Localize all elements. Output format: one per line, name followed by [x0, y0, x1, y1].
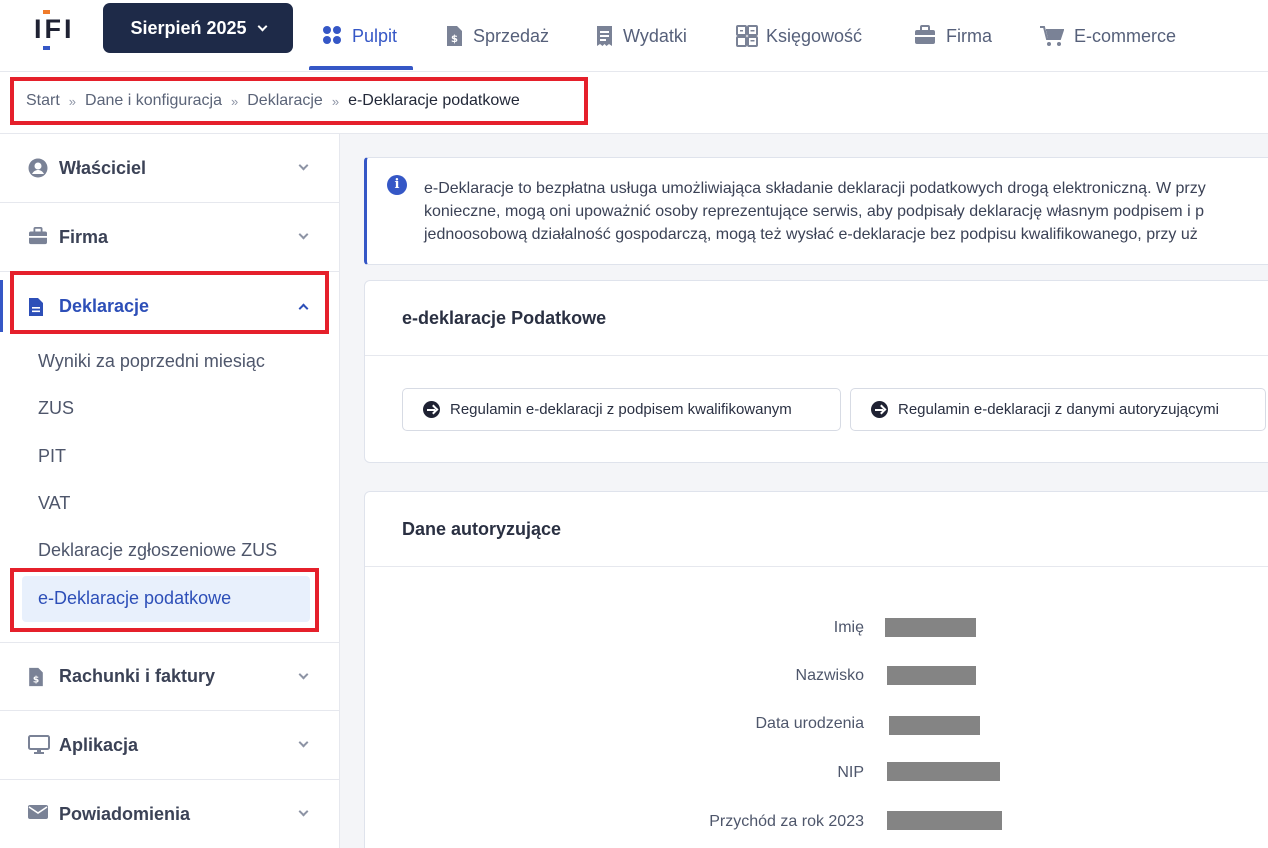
redacted-value-imie: [885, 618, 976, 637]
sidebar: Właściciel Firma Deklaracje Wyniki za po…: [0, 134, 340, 848]
info-text: e-Deklaracje to bezpłatna usługa umożliw…: [424, 177, 1268, 246]
chevron-up-icon: [298, 303, 309, 314]
breadcrumb-separator-icon: »: [68, 93, 77, 109]
redacted-value-nip: [887, 762, 1000, 781]
sidebar-group-aplikacja[interactable]: Aplikacja: [0, 711, 339, 780]
sidebar-group-firma[interactable]: Firma: [0, 203, 339, 272]
month-selector-button[interactable]: Sierpień 2025: [103, 3, 293, 53]
sidebar-group-label: Właściciel: [59, 157, 147, 178]
breadcrumb-separator-icon: »: [231, 93, 239, 109]
info-alert: i e-Deklaracje to bezpłatna usługa umożl…: [364, 157, 1268, 265]
nav-label: Sprzedaż: [473, 25, 550, 46]
info-line: e-Deklaracje to bezpłatna usługa umożliw…: [424, 180, 1206, 197]
nav-label: Firma: [946, 25, 992, 46]
field-label-nazwisko: Nazwisko: [795, 667, 864, 684]
info-icon: i: [387, 175, 407, 195]
invoice-dollar-icon: $: [28, 667, 48, 687]
chevron-down-icon: [298, 806, 309, 817]
chevron-down-icon: [298, 229, 309, 240]
field-label-imie: Imię: [833, 619, 864, 636]
nav-label: E-commerce: [1074, 25, 1177, 46]
document-icon: [28, 297, 48, 317]
invoice-dollar-icon: $: [446, 25, 463, 47]
nav-label: Wydatki: [623, 25, 687, 46]
sidebar-item-wyniki[interactable]: Wyniki za poprzedni miesiąc: [38, 351, 265, 372]
redacted-value-przychod: [887, 811, 1002, 830]
field-label-przychod: Przychód za rok 2023: [709, 813, 864, 830]
svg-text:$: $: [451, 34, 458, 45]
chevron-down-icon: [257, 21, 267, 31]
nav-firma[interactable]: Firma: [914, 0, 992, 72]
redacted-value-nazwisko: [887, 666, 976, 685]
sidebar-item-e-deklaracje-podatkowe[interactable]: e-Deklaracje podatkowe: [38, 588, 231, 609]
svg-text:$: $: [33, 675, 39, 685]
redacted-value-data-urodzenia: [889, 716, 980, 735]
monitor-icon: [28, 735, 50, 755]
dashboard-dots-icon: [322, 25, 342, 47]
briefcase-icon: [28, 227, 48, 247]
sidebar-group-wlasciciel[interactable]: Właściciel: [0, 134, 339, 203]
logo-text: IFI: [34, 14, 75, 44]
e-deklaracje-card: e-deklaracje Podatkowe Regulamin e-dekla…: [364, 280, 1268, 463]
breadcrumb-separator-icon: »: [331, 93, 340, 109]
nav-wydatki[interactable]: Wydatki: [596, 0, 687, 72]
breadcrumb-bar: Start » Dane i konfiguracja » Deklaracje…: [0, 72, 1268, 134]
nav-sprzedaz[interactable]: $ Sprzedaż: [446, 0, 549, 72]
active-nav-indicator: [309, 66, 413, 70]
ifi-logo[interactable]: IFI: [34, 10, 74, 50]
sidebar-item-vat[interactable]: VAT: [38, 493, 70, 514]
month-label: Sierpień 2025: [130, 17, 247, 38]
info-line: jednoosobową działalność gospodarczą, mo…: [424, 226, 1198, 243]
sidebar-group-powiadomienia[interactable]: Powiadomienia: [0, 780, 339, 848]
card-title: Dane autoryzujące: [365, 492, 1268, 567]
nav-pulpit[interactable]: Pulpit: [322, 0, 397, 72]
field-label-data-urodzenia: Data urodzenia: [755, 715, 864, 732]
cart-icon: [1040, 25, 1065, 47]
sidebar-group-label: Aplikacja: [59, 734, 139, 755]
regulamin-autoryzujace-button[interactable]: Regulamin e-deklaracji z danymi autoryzu…: [850, 388, 1266, 431]
card-title: e-deklaracje Podatkowe: [365, 281, 1268, 356]
user-circle-icon: [28, 158, 48, 178]
button-label: Regulamin e-deklaracji z podpisem kwalif…: [450, 401, 792, 418]
logo-accent-blue: [43, 46, 50, 50]
sidebar-item-pit[interactable]: PIT: [38, 446, 66, 467]
top-navigation: IFI Sierpień 2025 Pulpit $ Sprzedaż Wyda…: [0, 0, 1268, 72]
chevron-down-icon: [298, 160, 309, 171]
breadcrumb-start[interactable]: Start: [26, 92, 60, 110]
breadcrumb: Start » Dane i konfiguracja » Deklaracje…: [10, 77, 588, 125]
nav-label: Księgowość: [766, 25, 863, 46]
sidebar-group-label: Firma: [59, 226, 109, 247]
button-label: Regulamin e-deklaracji z danymi autoryzu…: [898, 401, 1219, 418]
sidebar-group-deklaracje[interactable]: Deklaracje: [0, 272, 339, 341]
sidebar-item-deklaracje-zgloszeniowe-zus[interactable]: Deklaracje zgłoszeniowe ZUS: [38, 540, 277, 561]
arrow-right-circle-icon: [423, 401, 440, 418]
info-line: konieczne, mogą oni upoważnić osoby repr…: [424, 203, 1204, 220]
sidebar-item-zus[interactable]: ZUS: [38, 398, 74, 419]
breadcrumb-current: e-Deklaracje podatkowe: [348, 92, 520, 109]
nav-ecommerce[interactable]: E-commerce: [1040, 0, 1176, 72]
nav-ksiegowosc[interactable]: Księgowość: [736, 0, 862, 72]
field-label-nip: NIP: [837, 764, 864, 781]
sidebar-group-label: Rachunki i faktury: [59, 666, 216, 686]
receipt-icon: [596, 25, 613, 47]
sidebar-group-rachunki[interactable]: $ Rachunki i faktury: [0, 642, 339, 711]
breadcrumb-deklaracje[interactable]: Deklaracje: [247, 92, 323, 110]
briefcase-icon: [914, 25, 936, 47]
breadcrumb-dane-i-konfiguracja[interactable]: Dane i konfiguracja: [85, 92, 222, 110]
sidebar-group-label: Deklaracje: [59, 296, 150, 316]
calculator-icon: [736, 25, 758, 47]
chevron-down-icon: [298, 737, 309, 748]
arrow-right-circle-icon: [871, 401, 888, 418]
chevron-down-icon: [298, 669, 309, 680]
nav-label: Pulpit: [352, 25, 398, 46]
sidebar-group-label: Powiadomienia: [59, 803, 191, 824]
envelope-icon: [28, 804, 48, 824]
regulamin-kwalifikowany-button[interactable]: Regulamin e-deklaracji z podpisem kwalif…: [402, 388, 841, 431]
